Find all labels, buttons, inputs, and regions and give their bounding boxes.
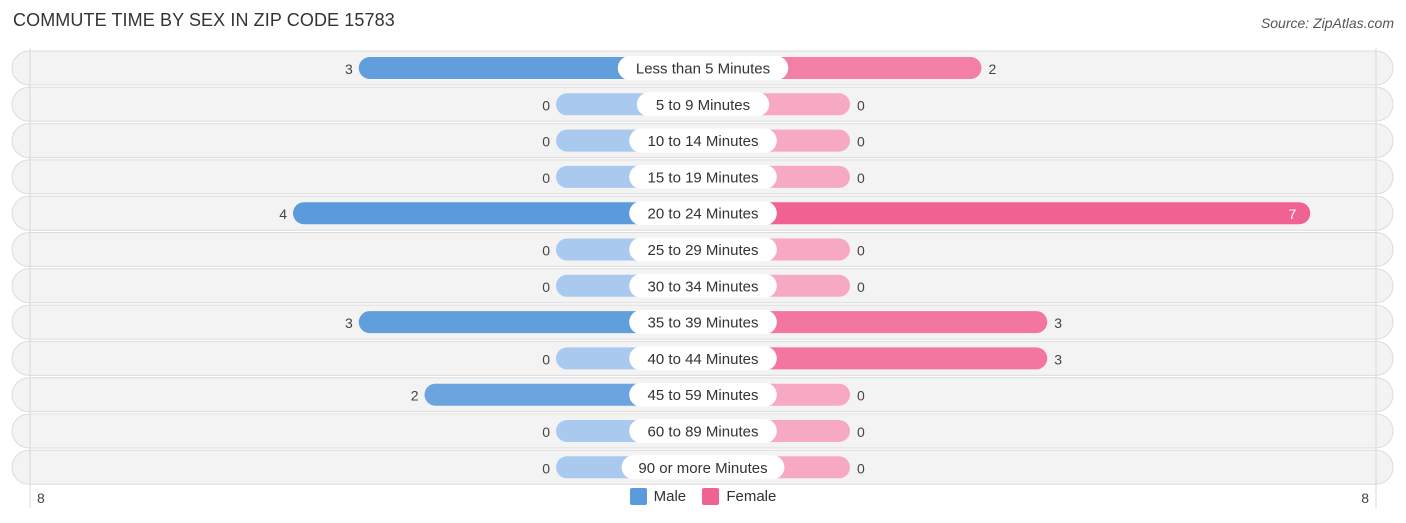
legend-item-female[interactable]: Female bbox=[702, 488, 776, 505]
value-label-male: 0 bbox=[542, 424, 550, 440]
category-label: 45 to 59 Minutes bbox=[648, 387, 759, 404]
category-label: 40 to 44 Minutes bbox=[648, 351, 759, 368]
value-label-female: 2 bbox=[989, 61, 997, 77]
legend-item-male[interactable]: Male bbox=[629, 488, 687, 505]
value-label-male: 0 bbox=[542, 460, 550, 476]
value-label-female: 7 bbox=[1288, 206, 1296, 222]
category-label: 10 to 14 Minutes bbox=[648, 133, 759, 150]
value-label-male: 3 bbox=[345, 61, 353, 77]
value-label-male: 0 bbox=[542, 170, 550, 186]
value-label-male: 0 bbox=[542, 134, 550, 150]
value-label-female: 0 bbox=[857, 170, 865, 186]
value-label-female: 3 bbox=[1054, 351, 1062, 367]
category-label: 60 to 89 Minutes bbox=[648, 424, 759, 441]
category-label: 90 or more Minutes bbox=[638, 460, 767, 477]
category-label: Less than 5 Minutes bbox=[636, 61, 770, 78]
chart-area: Less than 5 Minutes 3 2 5 to 9 Minutes 0 0 10 … bbox=[11, 48, 1394, 508]
value-label-male: 0 bbox=[542, 243, 550, 259]
value-label-female: 0 bbox=[857, 424, 865, 440]
category-label: 30 to 34 Minutes bbox=[648, 278, 759, 295]
legend-label-female: Female bbox=[726, 488, 777, 505]
value-label-female: 0 bbox=[857, 134, 865, 150]
legend-swatch-male bbox=[629, 488, 647, 505]
legend-label-male: Male bbox=[653, 488, 687, 505]
category-label: 20 to 24 Minutes bbox=[648, 206, 759, 223]
value-label-female: 0 bbox=[857, 243, 865, 259]
value-label-female: 0 bbox=[857, 279, 865, 295]
legend-swatch-female bbox=[702, 488, 720, 505]
category-label: 35 to 39 Minutes bbox=[648, 315, 759, 332]
value-label-female: 3 bbox=[1054, 315, 1062, 331]
category-label: 5 to 9 Minutes bbox=[656, 97, 750, 114]
value-label-male: 4 bbox=[279, 206, 287, 222]
value-label-male: 0 bbox=[542, 97, 550, 113]
value-label-male: 0 bbox=[542, 351, 550, 367]
value-label-male: 0 bbox=[542, 279, 550, 295]
value-label-male: 2 bbox=[411, 388, 419, 404]
bar-female[interactable] bbox=[703, 202, 1311, 225]
value-label-female: 0 bbox=[857, 97, 865, 113]
value-label-female: 0 bbox=[857, 388, 865, 404]
value-label-male: 3 bbox=[345, 315, 353, 331]
category-label: 15 to 19 Minutes bbox=[648, 169, 759, 186]
legend: Male Female bbox=[0, 488, 1406, 509]
value-label-female: 0 bbox=[857, 460, 865, 476]
category-label: 25 to 29 Minutes bbox=[648, 242, 759, 259]
